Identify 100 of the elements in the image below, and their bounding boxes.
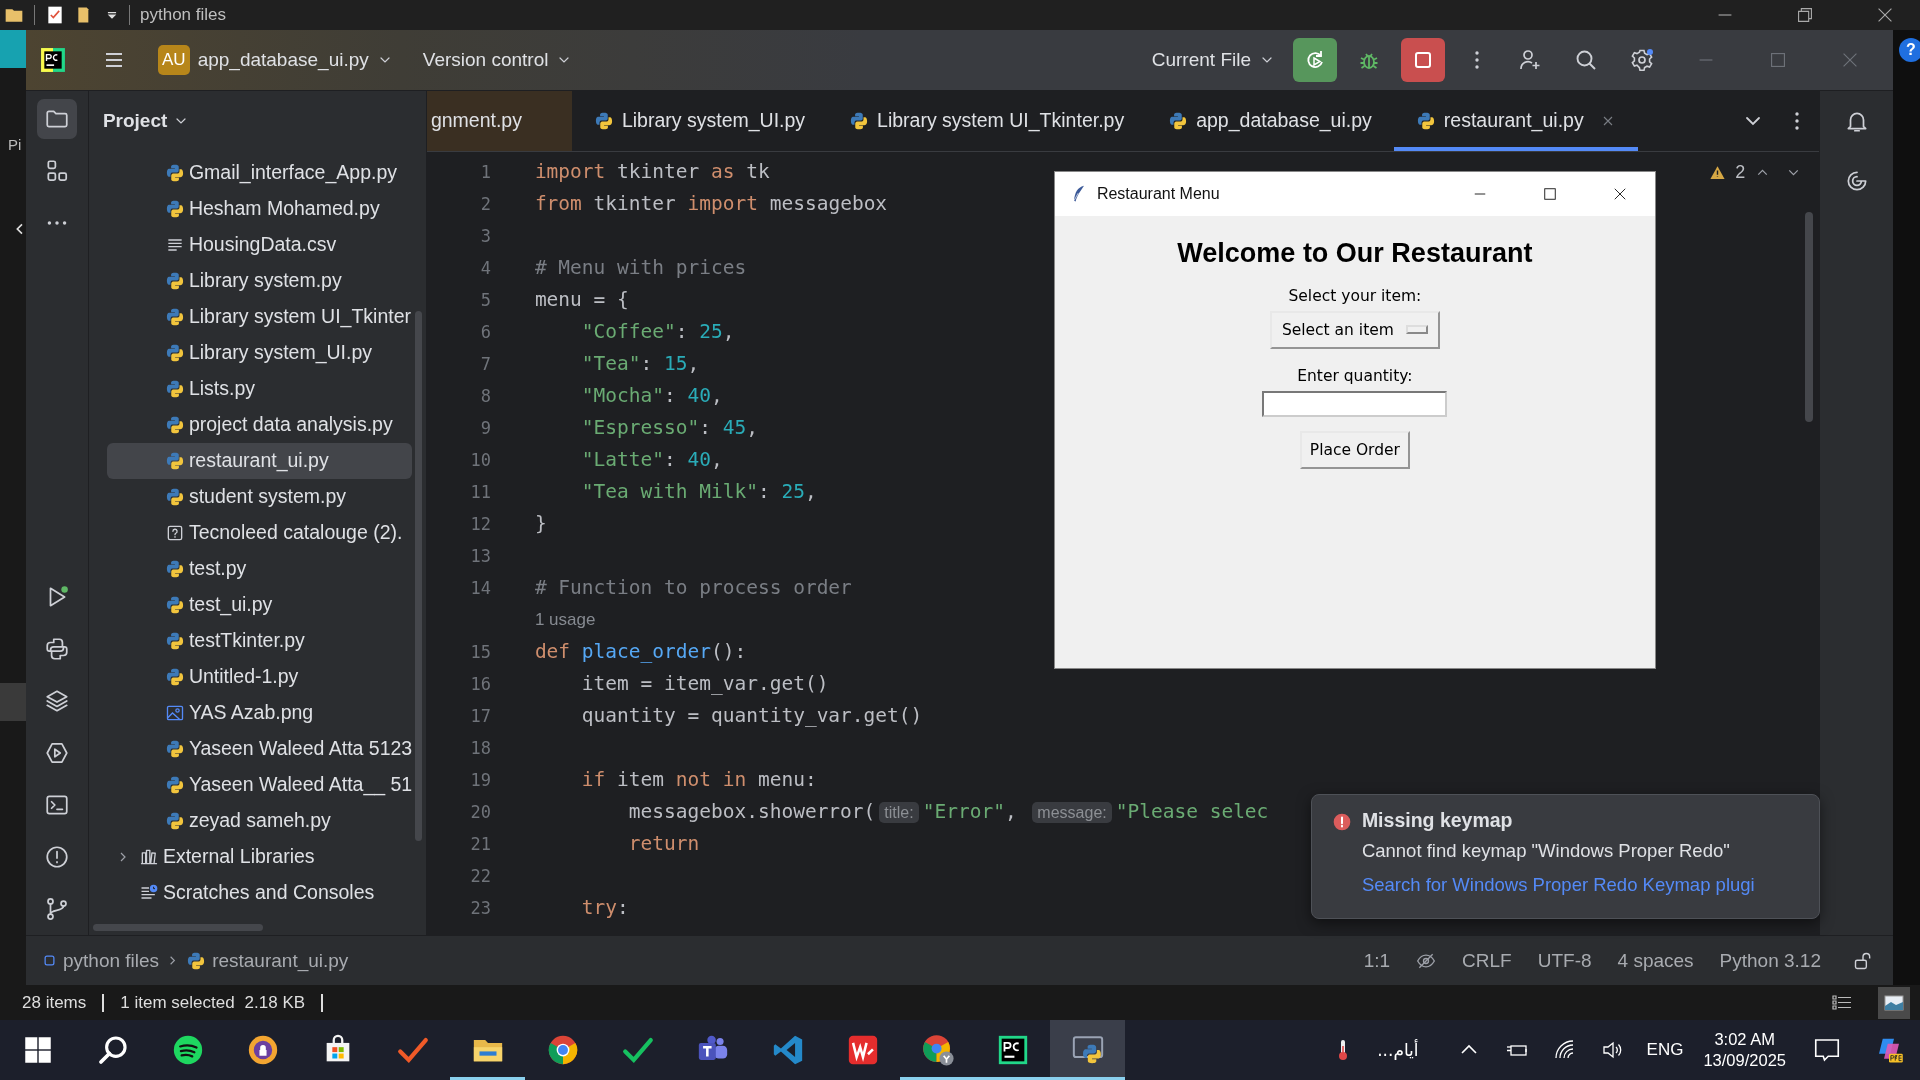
item-dropdown[interactable]: Select an item xyxy=(1269,310,1440,349)
usage-hint[interactable]: 1 usage xyxy=(534,609,596,630)
code-line: menu = { xyxy=(534,288,629,312)
file-item[interactable]: Gmail_interface_App.py xyxy=(106,154,412,191)
line-number: 7 xyxy=(479,353,491,374)
line-number: 1 xyxy=(479,161,491,182)
code-line: # Menu with prices xyxy=(534,256,747,280)
editor-tab[interactable]: Library system_UI.py xyxy=(571,90,828,151)
python-file-icon xyxy=(164,666,185,687)
line-number: 20 xyxy=(469,801,491,822)
indent-setting[interactable]: 4 spaces xyxy=(1617,949,1694,972)
file-item[interactable]: testTkinter.py xyxy=(106,622,412,659)
code-line: from tkinter import messagebox xyxy=(534,192,888,216)
project-view-menu[interactable]: Project xyxy=(102,109,190,132)
line-number: 9 xyxy=(479,417,491,438)
interpreter[interactable]: Python 3.12 xyxy=(1719,949,1821,972)
warning-icon xyxy=(1709,163,1727,181)
line-number: 11 xyxy=(469,481,491,502)
file-item[interactable]: student system.py xyxy=(106,478,412,515)
file-item[interactable]: Lists.py xyxy=(106,370,412,407)
python-file-icon xyxy=(164,594,185,615)
file-item[interactable]: Yaseen Waleed Atta__ 51 xyxy=(106,766,412,803)
file-item[interactable]: YAS Azab.png xyxy=(106,694,412,731)
code-line: "Coffee": 25, xyxy=(580,320,735,344)
window-text: Pi xyxy=(8,136,22,153)
python-file-icon xyxy=(164,198,185,219)
file-item[interactable]: zeyad sameh.py xyxy=(106,802,412,839)
settings-icon[interactable] xyxy=(1630,47,1654,72)
line-number: 3 xyxy=(479,225,491,246)
rerun-button[interactable] xyxy=(1293,37,1337,82)
file-item[interactable]: Untitled-1.py xyxy=(106,658,412,695)
line-number: 18 xyxy=(469,737,491,758)
python-file-icon xyxy=(164,342,185,363)
file-item[interactable]: project data analysis.py xyxy=(106,406,412,443)
thumbnail-view-icon[interactable] xyxy=(1878,986,1910,1019)
file-item[interactable]: test.py xyxy=(106,550,412,587)
file-encoding[interactable]: UTF-8 xyxy=(1537,949,1592,972)
code-line: quantity = quantity_var.get() xyxy=(580,704,923,728)
unlock-icon[interactable] xyxy=(1853,950,1873,971)
line-number: 8 xyxy=(479,385,491,406)
code-line: "Tea": 15, xyxy=(580,352,700,376)
heading: Welcome to Our Restaurant xyxy=(1177,237,1533,269)
stop-button[interactable] xyxy=(1401,37,1445,82)
file-item[interactable]: Hesham Mohamed.py xyxy=(106,190,412,227)
code-line: "Espresso": 45, xyxy=(580,416,758,440)
file-item[interactable]: HousingData.csv xyxy=(106,226,412,263)
quantity-field[interactable] xyxy=(1262,390,1448,417)
file-item[interactable]: Tecnoleed catalouge (2). xyxy=(106,514,412,551)
properties-icon[interactable] xyxy=(45,5,65,25)
scratches-item[interactable]: Scratches and Consoles xyxy=(106,874,412,911)
code-line: import tkinter as tk xyxy=(534,160,770,184)
file-item[interactable]: test_ui.py xyxy=(106,586,412,623)
python-window-icon[interactable] xyxy=(1050,1020,1125,1080)
run-configuration-menu[interactable]: Current File xyxy=(1143,44,1283,75)
line-number: 19 xyxy=(469,769,491,790)
line-number: 15 xyxy=(469,641,491,662)
line-separator[interactable]: CRLF xyxy=(1462,949,1512,972)
scrollbar[interactable] xyxy=(92,924,263,932)
clock[interactable]: 3:02 AM 13/09/2025 xyxy=(1703,1020,1786,1080)
place-order-button[interactable]: Place Order xyxy=(1299,430,1410,469)
python-file-icon xyxy=(164,378,185,399)
cursor-position[interactable]: 1:1 xyxy=(1363,949,1391,972)
pycharm-icon[interactable] xyxy=(40,46,66,73)
breadcrumb[interactable]: python files xyxy=(63,949,160,972)
editor-tab[interactable]: app_database_ui.py xyxy=(1146,90,1394,151)
module-icon xyxy=(42,953,57,968)
warnings-indicator[interactable]: 2 xyxy=(1698,159,1814,185)
project-selector[interactable]: AU app_database_ui.py xyxy=(150,40,401,79)
python-file-icon xyxy=(164,270,185,291)
libraries-item[interactable]: External Libraries xyxy=(106,838,412,875)
breadcrumb[interactable]: restaurant_ui.py xyxy=(212,949,349,972)
file-item[interactable]: Yaseen Waleed Atta 5123 xyxy=(106,730,412,767)
folder-icon[interactable] xyxy=(36,98,77,139)
editor-tab[interactable]: restaurant_ui.py xyxy=(1393,90,1638,151)
add-user-icon[interactable] xyxy=(1518,47,1542,72)
line-number: 16 xyxy=(469,673,491,694)
line-number: 23 xyxy=(469,897,491,918)
scrollbar[interactable] xyxy=(1805,211,1814,422)
editor-tab[interactable]: gnment.py xyxy=(426,90,572,151)
code-line: "Mocha": 40, xyxy=(580,384,723,408)
file-item[interactable]: Library system UI_Tkinter xyxy=(106,298,412,335)
help-button[interactable]: ? xyxy=(1899,38,1920,62)
python-file-icon xyxy=(164,810,185,831)
file-item[interactable]: Library system_UI.py xyxy=(106,334,412,371)
line-number: 2 xyxy=(479,193,491,214)
code-line: if item not in menu: xyxy=(580,768,817,792)
weather-text[interactable]: أيام... xyxy=(1377,1040,1419,1060)
file-item[interactable]: Library system.py xyxy=(106,262,412,299)
file-item[interactable]: restaurant_ui.py xyxy=(106,442,412,479)
python-file-icon xyxy=(593,110,614,131)
project-badge: AU xyxy=(158,44,190,75)
line-number: 13 xyxy=(469,545,491,566)
line-number: 10 xyxy=(469,449,491,470)
input-language[interactable]: ENG xyxy=(1646,1040,1684,1060)
editor-tab[interactable]: Library system UI_Tkinter.py xyxy=(827,90,1147,151)
scrollbar[interactable] xyxy=(414,310,422,841)
line-number: 14 xyxy=(469,577,491,598)
version-control-menu[interactable]: Version control xyxy=(414,44,581,75)
window-edge xyxy=(0,683,26,721)
python-file-icon xyxy=(164,738,185,759)
